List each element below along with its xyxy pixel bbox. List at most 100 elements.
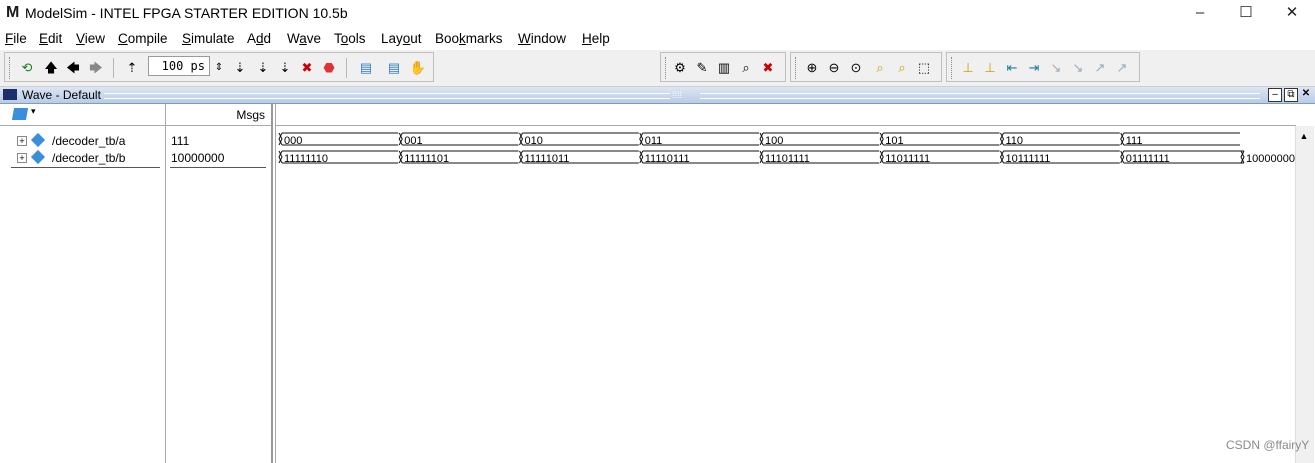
hand-icon[interactable]: ✋	[409, 59, 427, 77]
bus-value-label: 110	[1006, 135, 1024, 147]
toolbar-grip-icon[interactable]	[951, 57, 955, 79]
bus-value-label: 010	[525, 135, 543, 147]
delete-cursor-icon[interactable]: ⊥	[981, 59, 999, 77]
bus-segment-b: 11101111	[759, 150, 880, 165]
pane-close-icon[interactable]: ✕	[1300, 88, 1312, 100]
delete-icon[interactable]: ✖	[759, 59, 777, 77]
restart-icon[interactable]: ⟲	[18, 59, 36, 77]
wave-edit-icon[interactable]: ✎	[693, 59, 711, 77]
forward-arrow-icon[interactable]: 🡆	[87, 59, 105, 77]
find-next-edge-icon[interactable]: ⇥	[1025, 59, 1043, 77]
menu-view[interactable]: View	[76, 31, 105, 47]
find-next-falling-edge-icon[interactable]: ↘	[1069, 59, 1087, 77]
scroll-up-arrow-icon[interactable]: ▲	[1298, 130, 1310, 142]
bus-segment-a: 010	[518, 132, 639, 147]
waveform-pane[interactable]: 000 001 010 011 100 101 110 111 11111110 11111101…	[275, 104, 1296, 463]
run-length-input[interactable]: 100 ps	[148, 56, 210, 76]
wave-grid-icon[interactable]: ▥	[715, 59, 733, 77]
signal-diamond-icon	[30, 132, 46, 148]
step-over-icon[interactable]: ▤	[385, 59, 403, 77]
pane-undock-icon[interactable]: ⧉	[1284, 88, 1298, 102]
bus-value-label: 10000000	[1246, 153, 1295, 165]
toolbar-group-zoom: ⊕ ⊖ ⊙ ⌕ ⌕ ⬚	[790, 52, 942, 82]
find-previous-rising-edge-icon[interactable]: ↗	[1091, 59, 1109, 77]
bus-segment-a: 100	[759, 132, 880, 147]
toolbar-separator	[346, 58, 347, 78]
header-grip-icon[interactable]: ⁞⁞⁞⁞	[672, 90, 682, 100]
up-arrow-icon[interactable]: 🡅	[42, 59, 60, 77]
find-next-rising-edge-icon[interactable]: ↗	[1113, 59, 1131, 77]
window-title: ModelSim - INTEL FPGA STARTER EDITION 10…	[25, 5, 348, 21]
menu-edit[interactable]: Edit	[39, 31, 62, 47]
maximize-button[interactable]: ☐	[1223, 0, 1269, 28]
bus-value-label: 101	[885, 135, 903, 147]
insert-cursor-icon[interactable]: ⊥	[959, 59, 977, 77]
menu-bookmarks[interactable]: Bookmarks	[435, 31, 503, 47]
zoom-in-icon[interactable]: ⊕	[803, 59, 821, 77]
menu-layout[interactable]: Layout	[381, 31, 422, 47]
find-icon[interactable]: ⌕	[737, 59, 755, 77]
signal-row-a[interactable]: + /decoder_tb/a	[0, 132, 165, 150]
run-icon[interactable]: ⇣	[231, 59, 249, 77]
header-drag-lines	[700, 93, 1260, 99]
zoom-cursor-icon[interactable]: ⌕	[871, 59, 889, 77]
bus-value-label: 011	[645, 135, 663, 147]
bus-segment-a: 011	[639, 132, 759, 147]
zoom-range-icon[interactable]: ⌕	[893, 59, 911, 77]
menu-tools[interactable]: Tools	[334, 31, 366, 47]
menu-help[interactable]: Help	[582, 31, 610, 47]
bus-segment-a: 101	[879, 132, 1000, 147]
close-button[interactable]: ✕	[1269, 0, 1315, 28]
toolbar-grip-icon[interactable]	[9, 57, 13, 79]
bus-value-label: 111	[1126, 135, 1143, 147]
watermark: CSDN @ffairyY	[1226, 438, 1310, 452]
bus-segment-a: 000	[278, 132, 399, 147]
toolbar-grip-icon[interactable]	[665, 57, 669, 79]
bus-value-label: 11110111	[645, 153, 690, 165]
waveform-canvas[interactable]: 000 001 010 011 100 101 110 11111111110 11111101…	[276, 104, 1296, 463]
bus-segment-b: 11111110	[278, 150, 399, 165]
run-length-spinner-icon[interactable]: ⇕	[210, 59, 228, 77]
stop-icon[interactable]: ⬣	[320, 59, 338, 77]
bus-value-label: 11111101	[404, 153, 449, 165]
wave-compare-icon[interactable]: ⚙	[671, 59, 689, 77]
continue-run-icon[interactable]: ⇣	[254, 59, 272, 77]
expand-icon[interactable]: +	[17, 136, 27, 146]
break-icon[interactable]: ✖	[298, 59, 316, 77]
zoom-area-icon[interactable]: ⬚	[915, 59, 933, 77]
menu-file[interactable]: File	[5, 31, 27, 47]
vertical-scrollbar[interactable]	[1295, 126, 1314, 463]
bus-segment-b: 11110111	[639, 150, 759, 165]
bus-segment-a: 001	[398, 132, 519, 147]
names-pane-header: ▾	[0, 104, 165, 126]
minimize-button[interactable]: –	[1177, 0, 1223, 28]
bus-segment-b: 01111111	[1120, 150, 1240, 165]
menu-add[interactable]: Add	[247, 31, 271, 47]
step-icon[interactable]: ▤	[357, 59, 375, 77]
expand-icon[interactable]: +	[17, 153, 27, 163]
menu-wave[interactable]: Wave	[287, 31, 321, 47]
signal-row-b[interactable]: + /decoder_tb/b	[0, 149, 165, 167]
header-drag-lines	[104, 93, 670, 99]
find-previous-edge-icon[interactable]: ⇤	[1003, 59, 1021, 77]
signal-type-filter-icon[interactable]	[11, 108, 29, 120]
menu-simulate[interactable]: Simulate	[182, 31, 235, 47]
modelsim-logo-icon: M	[6, 4, 20, 21]
toolbar-grip-icon[interactable]	[795, 57, 799, 79]
run-all-icon[interactable]: ⇣	[276, 59, 294, 77]
chevron-down-icon[interactable]: ▾	[31, 106, 36, 117]
bus-segment-b: 11011111	[879, 150, 1000, 165]
pane-minimize-icon[interactable]: –	[1268, 88, 1282, 102]
menu-compile[interactable]: Compile	[118, 31, 168, 47]
zoom-out-icon[interactable]: ⊖	[825, 59, 843, 77]
msgs-column-header: Msgs	[236, 108, 265, 122]
back-arrow-icon[interactable]: 🡄	[64, 59, 82, 77]
bus-value-label: 11011111	[885, 153, 930, 165]
menu-window[interactable]: Window	[518, 31, 566, 47]
zoom-full-icon[interactable]: ⊙	[847, 59, 865, 77]
signal-name: /decoder_tb/a	[52, 134, 126, 148]
bus-value-label: 001	[404, 135, 422, 147]
find-previous-falling-edge-icon[interactable]: ↘	[1047, 59, 1065, 77]
menu-bar: File Edit View Compile Simulate Add Wave…	[0, 28, 1315, 50]
signal-divider-line	[11, 167, 160, 168]
